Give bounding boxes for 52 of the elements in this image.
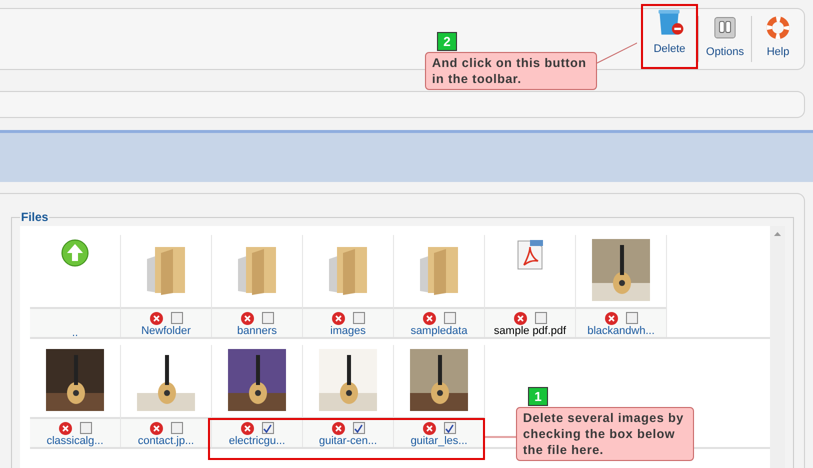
help-button[interactable]: Help bbox=[752, 14, 804, 64]
file-name[interactable]: banners bbox=[237, 325, 277, 337]
delete-file-button[interactable] bbox=[332, 312, 344, 324]
file-name[interactable]: images bbox=[330, 325, 366, 337]
delete-file-button[interactable] bbox=[332, 422, 344, 434]
check-icon bbox=[354, 424, 363, 432]
close-icon bbox=[426, 314, 432, 322]
close-icon bbox=[152, 424, 160, 432]
check-icon bbox=[263, 424, 272, 432]
options-button[interactable]: Options bbox=[699, 14, 751, 64]
file-checkbox[interactable] bbox=[262, 312, 274, 324]
close-icon bbox=[152, 314, 160, 322]
close-icon bbox=[334, 424, 342, 432]
delete-button[interactable]: Delete bbox=[641, 4, 698, 69]
delete-file-button[interactable] bbox=[422, 422, 436, 434]
close-icon bbox=[244, 314, 250, 322]
leader-line bbox=[597, 42, 637, 64]
file-checkbox[interactable] bbox=[262, 422, 274, 434]
scrollbar[interactable] bbox=[770, 226, 785, 468]
close-icon bbox=[244, 424, 250, 432]
file-checkbox[interactable] bbox=[352, 312, 364, 324]
file-checkbox[interactable] bbox=[170, 422, 182, 434]
delete-file-button[interactable] bbox=[604, 312, 618, 324]
close-icon bbox=[516, 314, 524, 322]
delete-file-button[interactable] bbox=[150, 422, 162, 434]
file-checkbox[interactable] bbox=[170, 312, 182, 324]
delete-file-button[interactable] bbox=[150, 312, 162, 324]
callout-text: Delete several images by checking the box below the file here. bbox=[516, 407, 694, 461]
step-badge: 1 bbox=[528, 387, 548, 406]
file-checkbox[interactable] bbox=[352, 422, 364, 434]
step-badge: 2 bbox=[437, 32, 457, 51]
close-icon bbox=[426, 424, 432, 432]
delete-file-button[interactable] bbox=[240, 422, 254, 434]
file-checkbox[interactable] bbox=[534, 312, 546, 324]
file-checkbox[interactable] bbox=[444, 422, 456, 434]
file-checkbox[interactable] bbox=[626, 312, 638, 324]
close-icon bbox=[608, 314, 614, 322]
pdf-file-icon bbox=[516, 239, 544, 271]
scroll-up-icon bbox=[774, 232, 781, 236]
close-icon bbox=[62, 424, 68, 432]
callout-text: And click on this button in the toolbar. bbox=[425, 52, 597, 90]
leader-line bbox=[485, 436, 517, 438]
delete-file-button[interactable] bbox=[58, 422, 72, 434]
file-checkbox[interactable] bbox=[444, 312, 456, 324]
delete-file-button[interactable] bbox=[514, 312, 526, 324]
close-icon bbox=[334, 314, 342, 322]
delete-file-button[interactable] bbox=[240, 312, 254, 324]
file-checkbox[interactable] bbox=[80, 422, 92, 434]
files-legend: Files bbox=[20, 208, 50, 226]
check-icon bbox=[445, 424, 454, 432]
file-name[interactable]: .. bbox=[72, 327, 78, 339]
delete-file-button[interactable] bbox=[422, 312, 436, 324]
